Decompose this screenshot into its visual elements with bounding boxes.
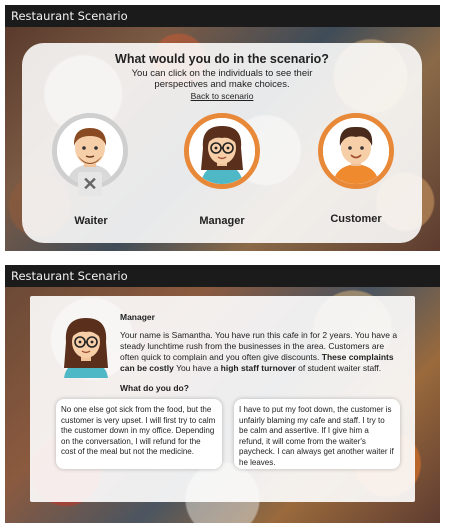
window-title: Restaurant Scenario	[5, 265, 440, 287]
manager-perspective-window: Restaurant Scenario Manager Your name is…	[5, 265, 440, 523]
scenario-panel: What would you do in the scenario? You c…	[22, 43, 422, 243]
perspective-panel: Manager Your name is Samantha. You have …	[30, 296, 415, 502]
restaurant-background-image: What would you do in the scenario? You c…	[5, 27, 440, 251]
back-to-scenario-link[interactable]: Back to scenario	[22, 91, 422, 101]
panel-subheading: You can click on the individuals to see …	[131, 68, 313, 90]
manager-avatar-button[interactable]	[184, 113, 260, 189]
role-description: Your name is Samantha. You have run this…	[120, 330, 398, 373]
restaurant-background-image: Manager Your name is Samantha. You have …	[5, 287, 440, 523]
panel-heading: What would you do in the scenario?	[115, 52, 329, 66]
completed-x-icon: ✕	[78, 172, 102, 196]
manager-avatar	[189, 118, 255, 184]
customer-label[interactable]: Customer	[301, 213, 411, 225]
manager-avatar	[64, 318, 108, 378]
choice-card-2[interactable]: I have to put my foot down, the customer…	[234, 399, 400, 469]
scenario-select-window: Restaurant Scenario What would you do in…	[5, 5, 440, 251]
choice-card-1[interactable]: No one else got sick from the food, but …	[56, 399, 222, 469]
question-heading: What do you do?	[120, 383, 189, 393]
customer-avatar	[323, 118, 389, 184]
manager-label[interactable]: Manager	[167, 215, 277, 227]
window-title: Restaurant Scenario	[5, 5, 440, 27]
role-heading: Manager	[120, 312, 155, 322]
customer-avatar-button[interactable]	[318, 113, 394, 189]
waiter-label[interactable]: Waiter	[36, 215, 146, 227]
